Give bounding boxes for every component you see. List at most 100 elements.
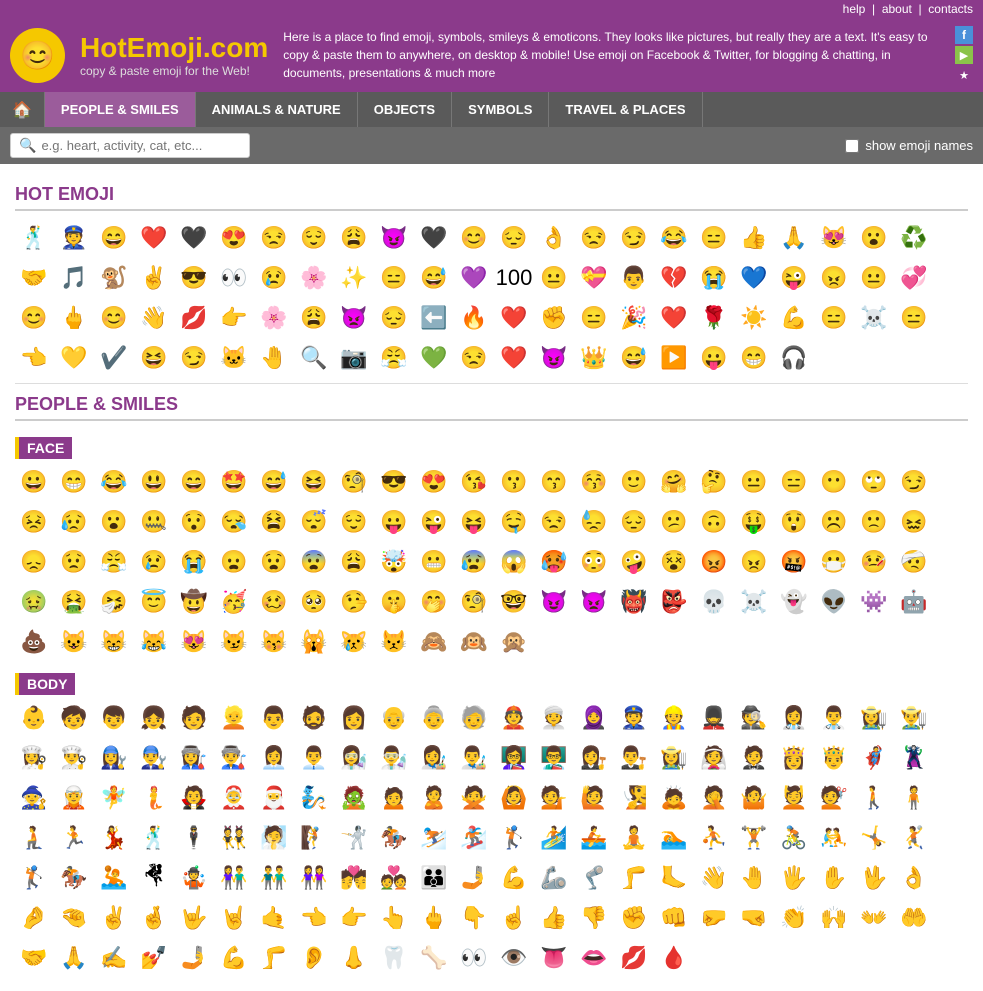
emoji-cell[interactable]: 🤴 <box>815 739 853 777</box>
emoji-cell[interactable]: 😀 <box>15 463 53 501</box>
emoji-cell[interactable]: 👨 <box>255 699 293 737</box>
emoji-cell[interactable]: 😸 <box>95 623 133 661</box>
emoji-cell[interactable]: 👈 <box>295 899 333 937</box>
emoji-cell[interactable]: 👌 <box>535 219 573 257</box>
emoji-cell[interactable]: 🤚 <box>255 339 293 377</box>
emoji-cell[interactable]: 🧜 <box>135 779 173 817</box>
emoji-cell[interactable]: ⬅️ <box>415 299 453 337</box>
emoji-cell[interactable]: 🖤 <box>415 219 453 257</box>
emoji-cell[interactable]: 😯 <box>175 503 213 541</box>
emoji-cell[interactable]: 👅 <box>535 939 573 977</box>
emoji-cell[interactable]: 👆 <box>375 899 413 937</box>
emoji-cell[interactable]: 🏇 <box>375 819 413 857</box>
emoji-cell[interactable]: 🤤 <box>495 503 533 541</box>
emoji-cell[interactable]: 🤌 <box>15 899 53 937</box>
emoji-cell[interactable]: 😲 <box>775 503 813 541</box>
emoji-cell[interactable]: 🧘 <box>615 819 653 857</box>
emoji-cell[interactable]: 👮 <box>615 699 653 737</box>
emoji-cell[interactable]: 100 <box>495 259 533 297</box>
emoji-cell[interactable]: ✋ <box>815 859 853 897</box>
emoji-cell[interactable]: 😅 <box>415 259 453 297</box>
emoji-cell[interactable]: 😾 <box>375 623 413 661</box>
emoji-cell[interactable]: 😮 <box>855 219 893 257</box>
emoji-cell[interactable]: 🙋 <box>575 779 613 817</box>
emoji-cell[interactable]: 💅 <box>135 939 173 977</box>
emoji-cell[interactable]: ▶️ <box>655 339 693 377</box>
emoji-cell[interactable]: 😈 <box>535 583 573 621</box>
emoji-cell[interactable]: 👿 <box>575 583 613 621</box>
emoji-cell[interactable]: 🙎 <box>415 779 453 817</box>
emoji-cell[interactable]: 💁 <box>535 779 573 817</box>
emoji-cell[interactable]: 🧚 <box>95 779 133 817</box>
emoji-cell[interactable]: 😜 <box>415 503 453 541</box>
emoji-cell[interactable]: 👩‍⚖️ <box>575 739 613 777</box>
emoji-cell[interactable]: 👩‍💼 <box>255 739 293 777</box>
emoji-cell[interactable]: 👨‍💼 <box>295 739 333 777</box>
emoji-cell[interactable]: 👨‍⚕️ <box>815 699 853 737</box>
emoji-cell[interactable]: 🤠 <box>175 583 213 621</box>
emoji-cell[interactable]: 💀 <box>695 583 733 621</box>
emoji-cell[interactable]: 🏋️ <box>735 819 773 857</box>
emoji-cell[interactable]: 👱 <box>215 699 253 737</box>
emoji-cell[interactable]: 👩‍🏭 <box>175 739 213 777</box>
emoji-cell[interactable]: ♻️ <box>895 219 933 257</box>
emoji-cell[interactable]: 😍 <box>215 219 253 257</box>
emoji-cell[interactable]: 👩‍🔧 <box>95 739 133 777</box>
emoji-cell[interactable]: 😐 <box>535 259 573 297</box>
emoji-cell[interactable]: 🦶 <box>655 859 693 897</box>
emoji-cell[interactable]: 🤔 <box>695 463 733 501</box>
emoji-cell[interactable]: 👬 <box>255 859 293 897</box>
emoji-cell[interactable]: ❤️ <box>495 299 533 337</box>
emoji-cell[interactable]: 😑 <box>775 463 813 501</box>
emoji-cell[interactable]: 😘 <box>455 463 493 501</box>
emoji-cell[interactable]: 🙀 <box>295 623 333 661</box>
emoji-cell[interactable]: 👪 <box>415 859 453 897</box>
emoji-cell[interactable]: 👍 <box>535 899 573 937</box>
emoji-cell[interactable]: 😐 <box>855 259 893 297</box>
emoji-cell[interactable]: 👰 <box>695 739 733 777</box>
emoji-cell[interactable]: 🤦 <box>695 779 733 817</box>
emoji-cell[interactable]: 😼 <box>215 623 253 661</box>
emoji-cell[interactable]: 💩 <box>15 623 53 661</box>
emoji-cell[interactable]: 🖖 <box>855 859 893 897</box>
emoji-cell[interactable]: 🙂 <box>615 463 653 501</box>
emoji-cell[interactable]: 🤲 <box>895 899 933 937</box>
emoji-cell[interactable]: 🧕 <box>575 699 613 737</box>
emoji-cell[interactable]: 👮 <box>55 219 93 257</box>
emoji-cell[interactable]: 🤐 <box>135 503 173 541</box>
emoji-cell[interactable]: 💙 <box>735 259 773 297</box>
emoji-cell[interactable]: 😵 <box>655 543 693 581</box>
emoji-cell[interactable]: 👨‍🏫 <box>535 739 573 777</box>
emoji-cell[interactable]: 👵 <box>415 699 453 737</box>
emoji-cell[interactable]: 👿 <box>335 299 373 337</box>
emoji-cell[interactable]: 😈 <box>375 219 413 257</box>
emoji-cell[interactable]: 👍 <box>735 219 773 257</box>
emoji-cell[interactable]: 🤖 <box>895 583 933 621</box>
emoji-cell[interactable]: 👑 <box>575 339 613 377</box>
emoji-cell[interactable]: 😺 <box>55 623 93 661</box>
emoji-cell[interactable]: 🤝 <box>15 259 53 297</box>
emoji-cell[interactable]: 😎 <box>175 259 213 297</box>
about-link[interactable]: about <box>882 2 912 16</box>
emoji-cell[interactable]: ✊ <box>615 899 653 937</box>
contacts-link[interactable]: contacts <box>928 2 973 16</box>
emoji-cell[interactable]: 🥳 <box>215 583 253 621</box>
emoji-cell[interactable]: 😴 <box>295 503 333 541</box>
emoji-cell[interactable]: 🤞 <box>135 899 173 937</box>
emoji-cell[interactable]: ⛹️ <box>695 819 733 857</box>
emoji-cell[interactable]: 😞 <box>15 543 53 581</box>
emoji-cell[interactable]: 👷 <box>655 699 693 737</box>
emoji-cell[interactable]: 😢 <box>255 259 293 297</box>
emoji-cell[interactable]: 😗 <box>495 463 533 501</box>
emoji-cell[interactable]: 👃 <box>335 939 373 977</box>
emoji-cell[interactable]: ✍️ <box>95 939 133 977</box>
home-nav-button[interactable]: 🏠 <box>0 92 45 127</box>
emoji-cell[interactable]: 🧐 <box>335 463 373 501</box>
emoji-cell[interactable]: 😒 <box>535 503 573 541</box>
emoji-cell[interactable]: 👾 <box>855 583 893 621</box>
emoji-cell[interactable]: ❤️ <box>495 339 533 377</box>
emoji-cell[interactable]: 😨 <box>295 543 333 581</box>
emoji-cell[interactable]: 😁 <box>55 463 93 501</box>
emoji-cell[interactable]: 🤸 <box>855 819 893 857</box>
emoji-cell[interactable]: 🤧 <box>95 583 133 621</box>
